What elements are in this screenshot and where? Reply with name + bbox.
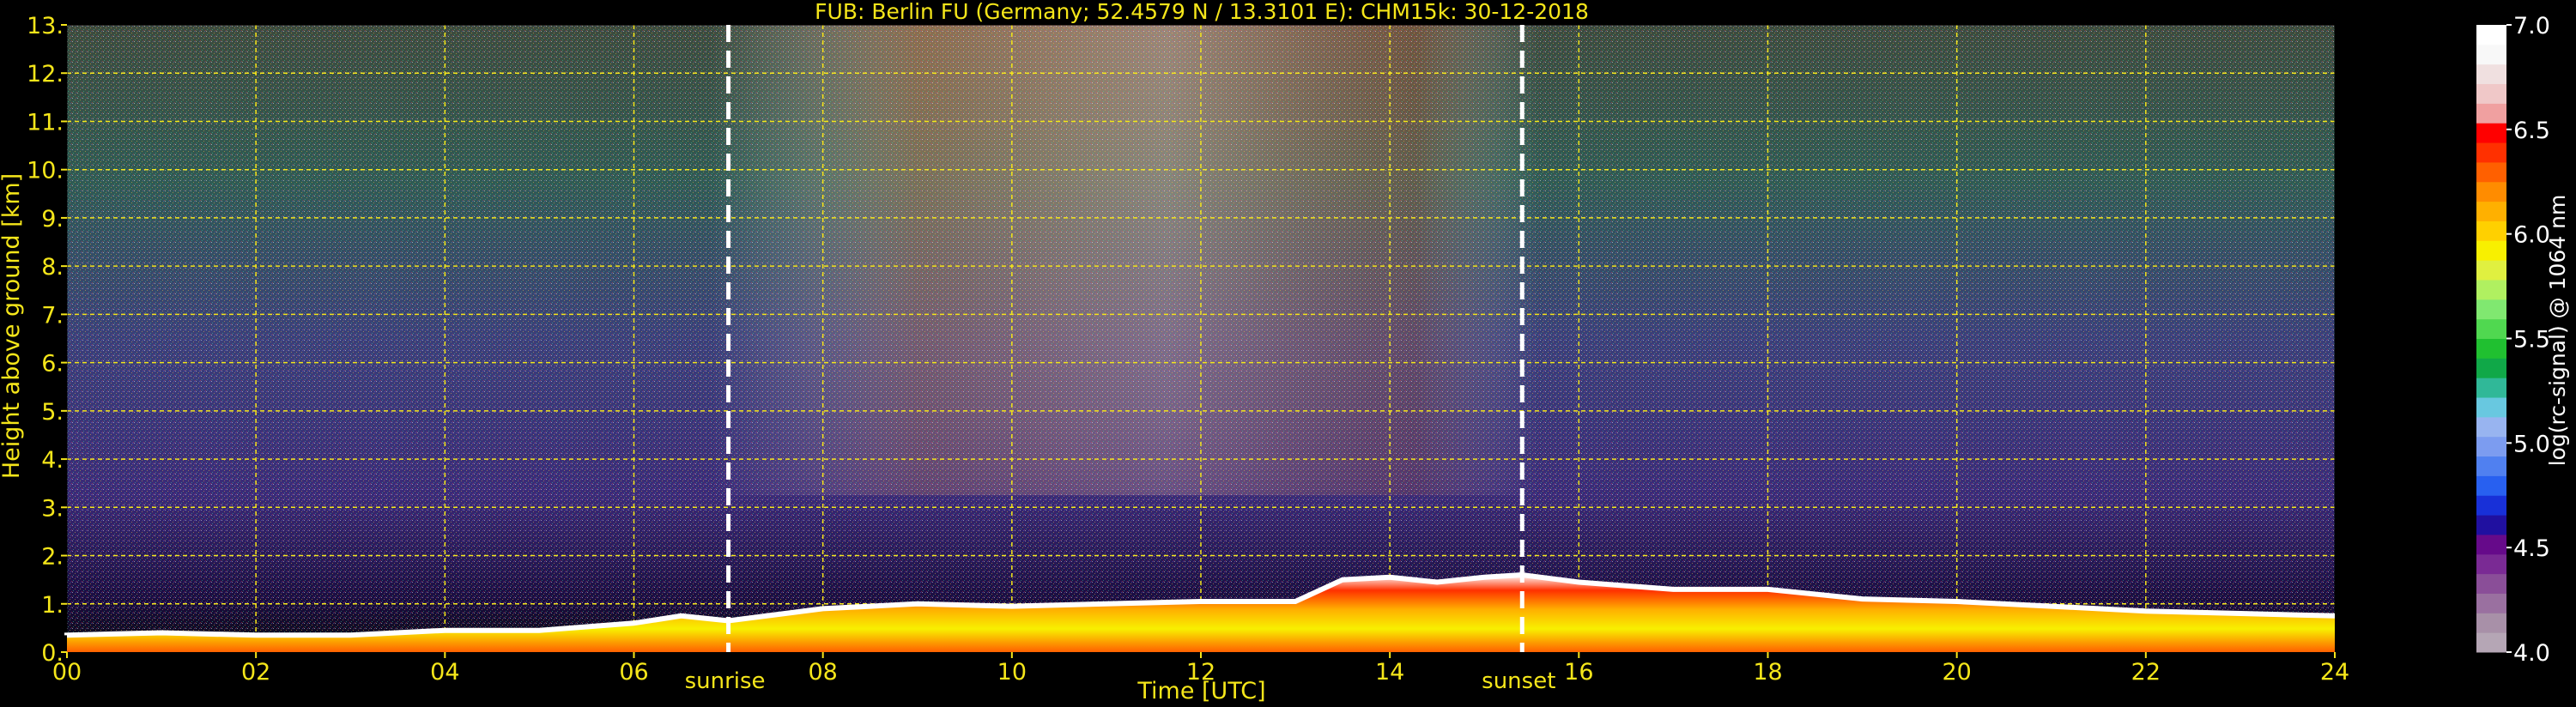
x-axis-label: Time [UTC]: [1136, 678, 1265, 704]
sunset-label: sunset: [1482, 668, 1555, 694]
chart-title: FUB: Berlin FU (Germany; 52.4579 N / 13.…: [815, 0, 1589, 24]
y-tick-label: 8.: [41, 254, 64, 281]
colorbar-segment: [2476, 378, 2506, 398]
colorbar-segment: [2476, 358, 2506, 378]
colorbar-tick-label: 7.0: [2513, 13, 2550, 39]
colorbar-segment: [2476, 299, 2506, 320]
colorbar-segment: [2476, 123, 2506, 143]
colorbar-segment: [2476, 416, 2506, 438]
colorbar-segment: [2476, 534, 2506, 555]
colorbar-segment: [2476, 515, 2506, 535]
y-tick-label: 4.: [41, 447, 64, 474]
colorbar-segment: [2476, 456, 2506, 476]
y-tick-label: 2.: [41, 544, 64, 571]
y-tick-label: 12.: [27, 61, 64, 88]
x-tick-label: 22: [2131, 659, 2161, 686]
colorbar-segment: [2476, 44, 2506, 65]
y-tick-label: 7.: [41, 302, 64, 329]
colorbar-tick-label: 6.5: [2513, 118, 2550, 144]
colorbar-segment: [2476, 83, 2506, 104]
x-tick-label: 16: [1564, 659, 1593, 686]
colorbar-segment: [2476, 613, 2506, 633]
colorbar-segment: [2476, 573, 2506, 594]
x-tick-label: 02: [241, 659, 270, 686]
x-tick-label: 24: [2320, 659, 2349, 686]
y-tick-label: 11.: [27, 109, 64, 136]
colorbar-segment: [2476, 103, 2506, 124]
x-tick-label: 06: [619, 659, 648, 686]
y-tick-label: 9.: [41, 206, 64, 233]
colorbar-segment: [2476, 279, 2506, 300]
colorbar-segment: [2476, 221, 2506, 241]
y-tick-label: 13.: [27, 13, 64, 39]
colorbar-segment: [2476, 201, 2506, 221]
colorbar-segment: [2476, 318, 2506, 339]
colorbar-segment: [2476, 25, 2506, 45]
colorbar-segment: [2476, 161, 2506, 183]
x-tick-label: 10: [997, 659, 1027, 686]
y-tick-label: 5.: [41, 399, 64, 426]
x-tick-label: 08: [808, 659, 837, 686]
sunrise-label: sunrise: [685, 668, 766, 694]
colorbar-label: log(rc-signal) @ 1064 nm: [2545, 195, 2570, 467]
y-tick-label: 6.: [41, 351, 64, 378]
x-tick-label: 04: [430, 659, 459, 686]
y-tick-label: 0.: [41, 640, 64, 667]
x-tick-label: 20: [1942, 659, 1971, 686]
colorbar-segment: [2476, 632, 2506, 653]
colorbar-segment: [2476, 181, 2506, 202]
colorbar-segment: [2476, 260, 2506, 281]
lidar-quicklook-chart: sunrise sunset 00 02 04 06 08 10 12 14 16 18 20 22 24…: [0, 0, 2570, 704]
colorbar-tick-label: 4.5: [2513, 535, 2550, 562]
colorbar-segment: [2476, 436, 2506, 457]
colorbar-segment: [2476, 63, 2506, 85]
y-tick-label: 10.: [27, 158, 64, 184]
y-tick-label: 3.: [41, 495, 64, 522]
colorbar-segment: [2476, 142, 2506, 163]
colorbar-segment: [2476, 553, 2506, 575]
colorbar: 4.04.55.05.56.06.57.0: [2476, 13, 2550, 667]
colorbar-segment: [2476, 397, 2506, 418]
x-tick-label: 14: [1375, 659, 1404, 686]
colorbar-segment: [2476, 338, 2506, 359]
y-axis-label: Height above ground [km]: [0, 173, 25, 479]
colorbar-segment: [2476, 495, 2506, 516]
colorbar-tick-label: 4.0: [2513, 640, 2550, 667]
colorbar-segment: [2476, 240, 2506, 261]
x-tick-label: 18: [1753, 659, 1782, 686]
y-tick-label: 1.: [41, 592, 64, 619]
colorbar-segment: [2476, 593, 2506, 613]
colorbar-segment: [2476, 475, 2506, 496]
